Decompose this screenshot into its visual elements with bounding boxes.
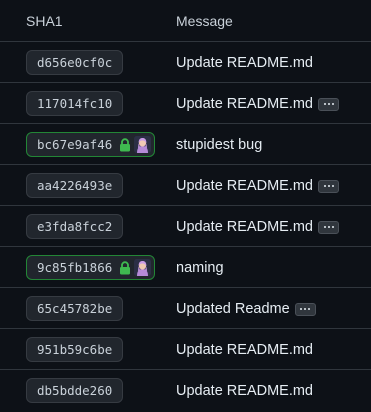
ellipsis-dot [304, 308, 307, 310]
table-row: 951b59c6be Update README.md [0, 329, 371, 370]
ellipsis-dot [327, 103, 330, 105]
commit-sha-button[interactable]: 117014fc10 [26, 91, 124, 116]
commit-message: Update README.md [176, 53, 313, 73]
commit-message-link[interactable]: stupidest bug [176, 137, 262, 153]
expand-message-button[interactable] [318, 179, 339, 193]
avatar[interactable] [134, 136, 152, 153]
expand-message-button[interactable] [294, 302, 316, 316]
commit-message-link[interactable]: Update README.md [176, 178, 313, 194]
table-row: aa4226493e Update README.md [0, 165, 371, 206]
avatar[interactable] [134, 259, 152, 276]
ellipsis-dot [323, 103, 326, 105]
commit-message: naming [176, 258, 224, 278]
ellipsis-dot [327, 226, 330, 228]
commit-message-link[interactable]: Updated Readme [176, 301, 290, 317]
commit-message: Update README.md [176, 340, 313, 360]
commit-sha-button[interactable]: aa4226493e [26, 173, 124, 198]
commit-message: Update README.md [176, 176, 339, 196]
sha-text: 951b59c6be [37, 342, 113, 357]
commit-message: Update README.md [176, 94, 339, 114]
table-row: e3fda8fcc2 Update README.md [0, 206, 371, 247]
sha-text: e3fda8fcc2 [37, 219, 113, 234]
sha-text: d656e0cf0c [37, 55, 113, 70]
table-row: 65c45782be Updated Readme [0, 288, 371, 329]
commit-sha-button[interactable]: d656e0cf0c [26, 50, 124, 75]
column-header-sha: SHA1 [26, 13, 63, 29]
commit-message-link[interactable]: Update README.md [176, 383, 313, 399]
commit-sha-button[interactable]: 65c45782be [26, 296, 124, 321]
ellipsis-dot [300, 308, 303, 310]
expand-message-button[interactable] [318, 220, 339, 234]
column-header-message: Message [176, 13, 233, 29]
table-row: d656e0cf0c Update README.md [0, 42, 371, 83]
sha-text: db5bdde260 [37, 383, 113, 398]
ellipsis-dot [323, 226, 326, 228]
commit-list: d656e0cf0c Update README.md 117014fc10 Upda… [0, 42, 371, 410]
ellipsis-dot [331, 226, 334, 228]
commit-message-link[interactable]: Update README.md [176, 219, 313, 235]
commit-message: stupidest bug [176, 135, 262, 155]
table-header: SHA1 Message [0, 0, 371, 42]
table-row: 9c85fb1866 naming [0, 247, 371, 288]
ellipsis-dot [308, 308, 311, 310]
commit-sha-button[interactable]: 951b59c6be [26, 337, 124, 362]
commit-sha-button[interactable]: 9c85fb1866 [26, 255, 156, 280]
table-row: db5bdde260 Update README.md [0, 370, 371, 410]
sha-text: aa4226493e [37, 178, 113, 193]
commit-message: Update README.md [176, 217, 339, 237]
ellipsis-dot [331, 185, 334, 187]
commit-message-link[interactable]: Update README.md [176, 342, 313, 358]
lock-icon [119, 137, 131, 152]
sha-text: 65c45782be [37, 301, 113, 316]
commit-sha-button[interactable]: bc67e9af46 [26, 132, 156, 157]
commit-message: Update README.md [176, 381, 313, 401]
ellipsis-dot [331, 103, 334, 105]
sha-text: bc67e9af46 [37, 137, 113, 152]
commit-table: SHA1 Message d656e0cf0c Update README.md 1… [0, 0, 371, 412]
table-row: 117014fc10 Update README.md [0, 83, 371, 124]
sha-text: 117014fc10 [37, 96, 113, 111]
sha-text: 9c85fb1866 [37, 260, 113, 275]
expand-message-button[interactable] [318, 97, 339, 111]
ellipsis-dot [323, 185, 326, 187]
table-row: bc67e9af46 stupidest bug [0, 124, 371, 165]
commit-message: Updated Readme [176, 299, 316, 319]
ellipsis-dot [327, 185, 330, 187]
commit-message-link[interactable]: Update README.md [176, 96, 313, 112]
commit-message-link[interactable]: naming [176, 260, 224, 276]
lock-icon [119, 260, 131, 275]
commit-message-link[interactable]: Update README.md [176, 55, 313, 71]
commit-sha-button[interactable]: db5bdde260 [26, 378, 124, 403]
commit-sha-button[interactable]: e3fda8fcc2 [26, 214, 124, 239]
